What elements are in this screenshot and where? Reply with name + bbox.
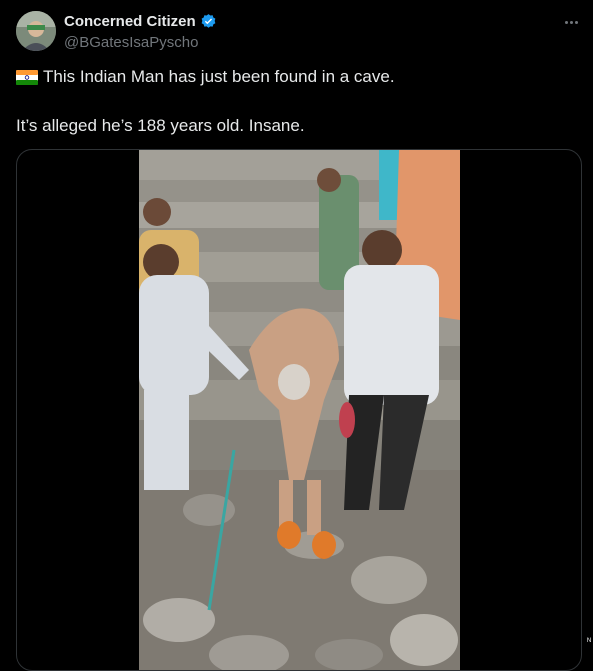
author-name-row[interactable]: Concerned Citizen bbox=[64, 13, 217, 30]
post-text-line-1: This Indian Man has just been found in a… bbox=[16, 66, 395, 88]
avatar[interactable] bbox=[16, 11, 56, 51]
india-flag-icon bbox=[16, 69, 38, 85]
post-text-line-2: It’s alleged he’s 188 years old. Insane. bbox=[16, 116, 305, 135]
dot-icon bbox=[569, 20, 573, 24]
corner-glyph: ᴺ bbox=[587, 636, 591, 646]
post-text: This Indian Man has just been found in a… bbox=[43, 67, 395, 86]
more-options-button[interactable] bbox=[561, 12, 581, 32]
dot-icon bbox=[574, 20, 578, 24]
dot-icon bbox=[564, 20, 568, 24]
video-photo-icon[interactable] bbox=[139, 150, 460, 670]
verified-badge-icon bbox=[201, 14, 216, 28]
profile-avatar-icon bbox=[16, 11, 56, 51]
media-container[interactable] bbox=[16, 149, 582, 671]
author-display-name[interactable]: Concerned Citizen bbox=[64, 13, 196, 30]
author-handle[interactable]: @BGatesIsaPyscho bbox=[64, 34, 198, 51]
